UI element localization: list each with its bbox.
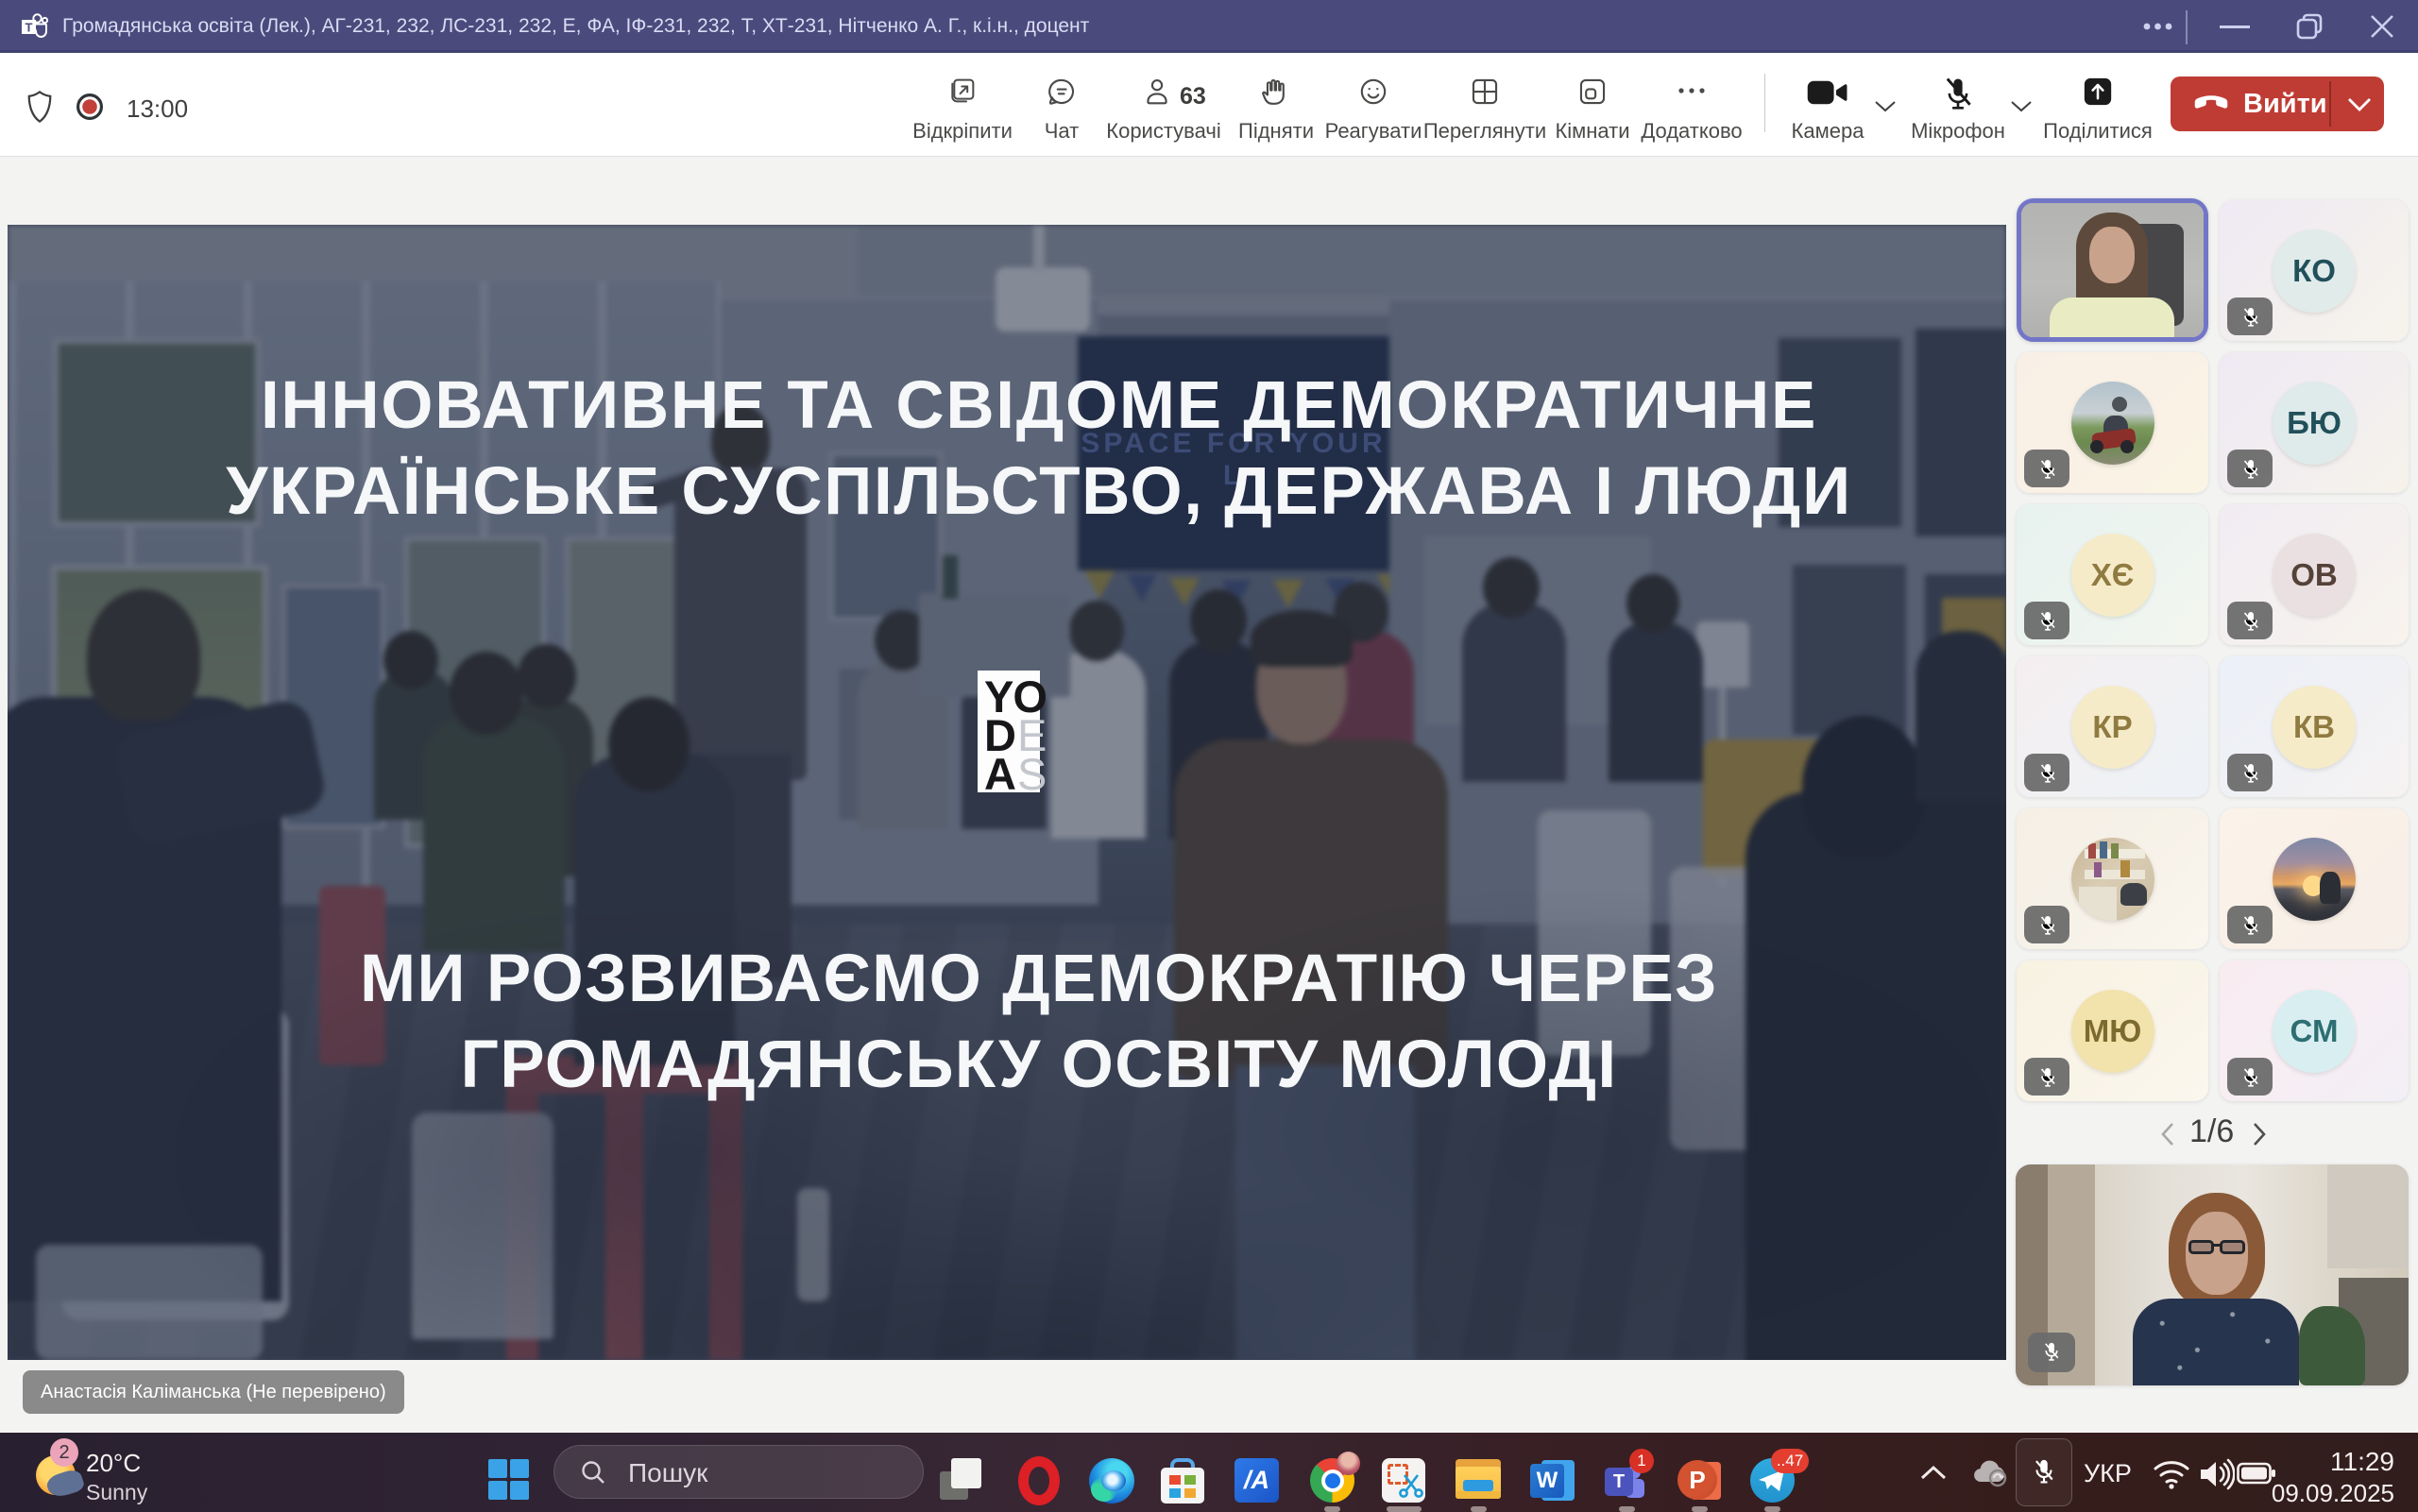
svg-text:T: T	[26, 21, 33, 35]
